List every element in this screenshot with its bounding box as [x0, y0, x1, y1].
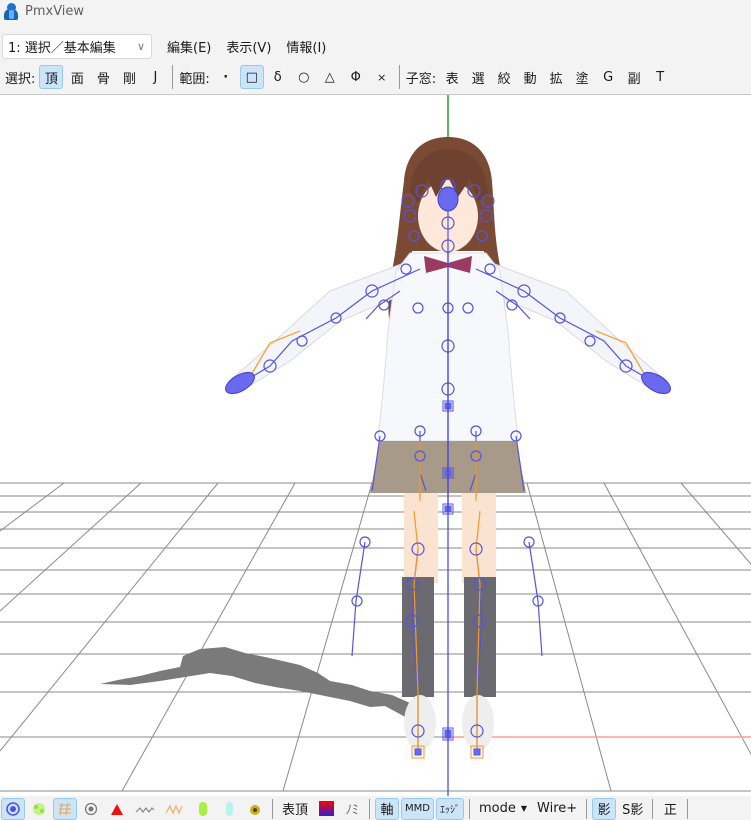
- texture-grid-icon: [59, 802, 71, 815]
- child-window-paint-button[interactable]: 塗: [570, 65, 594, 89]
- green-capsule-icon: [199, 801, 207, 816]
- weight-spray-icon: [33, 802, 45, 815]
- show-rigid-button[interactable]: [191, 798, 215, 820]
- range-label: 範囲:: [179, 71, 210, 87]
- edit-mode-select[interactable]: 1: 選択／基本編集 ∨: [2, 33, 152, 59]
- display-toolbar: 表頂 ﾉﾐ 軸 MMD ｴｯｼﾞ mode ▼ Wire+ 影 S影 正: [0, 797, 751, 820]
- show-point-button[interactable]: [79, 798, 103, 820]
- right-thigh: [462, 493, 496, 583]
- shadow-toggle[interactable]: 影: [592, 797, 617, 820]
- toolbar-separator: [272, 798, 273, 819]
- show-joint-button[interactable]: [243, 798, 267, 820]
- range-phi-button[interactable]: Φ: [344, 65, 368, 89]
- normal-button[interactable]: ﾉﾐ: [340, 798, 364, 820]
- cyan-capsule-icon: [226, 801, 233, 816]
- child-window-extend-button[interactable]: 拡: [544, 65, 568, 89]
- red-triangle-icon: [111, 803, 123, 815]
- color-swatch-button[interactable]: [314, 798, 338, 820]
- range-circle-button[interactable]: ○: [292, 65, 316, 89]
- chevron-down-icon: ∨: [136, 39, 145, 53]
- front-view-button[interactable]: 正: [658, 798, 682, 820]
- color-swatch-icon: [318, 801, 334, 816]
- mode-dropdown[interactable]: mode ▼: [475, 798, 531, 820]
- mmd-toggle[interactable]: MMD: [401, 797, 434, 820]
- wire-icon: [135, 806, 155, 813]
- axis-toggle[interactable]: 軸: [375, 797, 400, 820]
- select-vertex-button[interactable]: 頂: [39, 65, 64, 89]
- caret-down-icon: ▼: [520, 804, 528, 813]
- show-wire-button[interactable]: [131, 798, 159, 820]
- edit-mode-value: 1: 選択／基本編集: [8, 40, 116, 56]
- window-title: PmxView: [25, 3, 85, 19]
- child-window-motion-button[interactable]: 動: [518, 65, 542, 89]
- show-texture-button[interactable]: [53, 797, 77, 820]
- show-weight-button[interactable]: [27, 798, 51, 820]
- child-window-sub-button[interactable]: 副: [622, 65, 646, 89]
- range-triangle-button[interactable]: △: [318, 65, 342, 89]
- show-wire-color-button[interactable]: [161, 798, 189, 820]
- range-delta-button[interactable]: δ: [266, 65, 290, 89]
- menu-edit[interactable]: 編集(E): [167, 35, 211, 58]
- select-rigid-body-button[interactable]: 剛: [117, 65, 141, 89]
- joint-gear-icon: [250, 804, 260, 815]
- show-vertex-button[interactable]: [1, 797, 25, 820]
- title-bar: PmxView: [0, 0, 751, 22]
- toolbar-separator: [369, 798, 371, 819]
- right-shoe: [462, 695, 494, 751]
- toolbar-separator: [586, 798, 588, 819]
- left-shoe: [404, 695, 436, 751]
- menu-info[interactable]: 情報(I): [286, 35, 326, 58]
- pmxview-app-icon: [2, 2, 20, 20]
- toolbar-separator: [687, 798, 689, 819]
- left-thigh: [404, 493, 438, 583]
- select-face-button[interactable]: 面: [65, 65, 89, 89]
- wire-orange-icon: [165, 803, 183, 815]
- range-point-button[interactable]: ·: [214, 65, 238, 89]
- toolbar-separator: [652, 798, 654, 819]
- select-label: 選択:: [5, 71, 36, 87]
- select-bone-button[interactable]: 骨: [91, 65, 115, 89]
- selection-toolbar: 選択: 頂 面 骨 剛 J 範囲: · □ δ ○ △ Φ × 子窓: 表 選 …: [0, 63, 751, 91]
- model-shadow: [100, 647, 418, 721]
- toolbar-separator: [468, 798, 470, 819]
- menu-view[interactable]: 表示(V): [226, 35, 271, 58]
- viewport-canvas[interactable]: [0, 95, 751, 796]
- range-rectangle-button[interactable]: □: [239, 65, 264, 89]
- mode-label: mode: [478, 801, 516, 816]
- child-window-label: 子窓:: [405, 71, 437, 87]
- select-joint-button[interactable]: J: [143, 65, 167, 89]
- vertex-point-icon: [6, 801, 20, 816]
- child-window-g-button[interactable]: G: [596, 65, 620, 89]
- point-icon: [84, 802, 98, 815]
- range-clear-button[interactable]: ×: [370, 65, 394, 89]
- toolbar-separator: [172, 65, 174, 89]
- table-vertex-button[interactable]: 表頂: [278, 798, 312, 820]
- 3d-viewport[interactable]: [0, 94, 751, 796]
- floor-grid: [0, 482, 751, 792]
- edge-toggle[interactable]: ｴｯｼﾞ: [435, 797, 464, 820]
- child-window-table-button[interactable]: 表: [440, 65, 464, 89]
- child-window-t-button[interactable]: T: [648, 65, 672, 89]
- show-face-button[interactable]: [105, 798, 129, 820]
- child-window-select-button[interactable]: 選: [466, 65, 490, 89]
- menu-bar: 1: 選択／基本編集 ∨ 編集(E) 表示(V) 情報(I): [0, 32, 751, 60]
- child-window-filter-button[interactable]: 絞: [492, 65, 516, 89]
- self-shadow-toggle[interactable]: S影: [618, 798, 647, 820]
- toolbar-separator: [398, 65, 400, 89]
- wire-plus-button[interactable]: Wire+: [533, 798, 581, 820]
- show-rigid-alt-button[interactable]: [217, 798, 241, 820]
